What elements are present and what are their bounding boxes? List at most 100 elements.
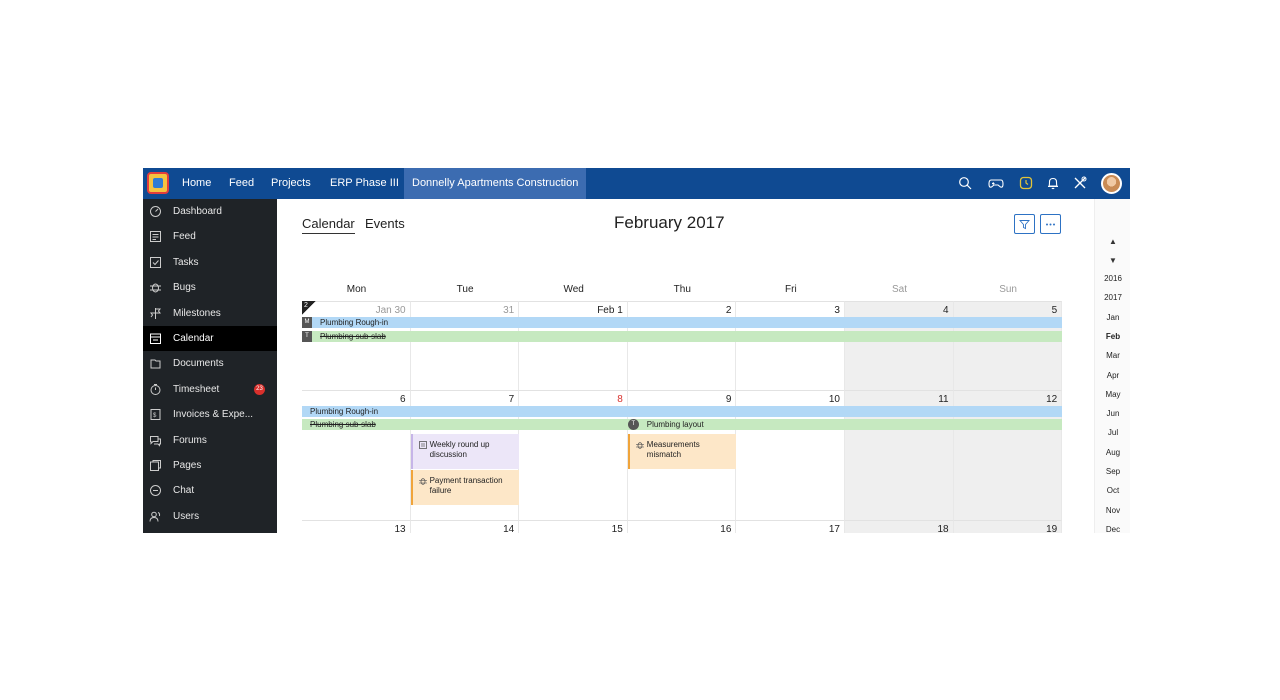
month-item[interactable]: May xyxy=(1095,390,1130,399)
gamepad-icon[interactable] xyxy=(988,176,1004,190)
event-bar[interactable]: T Plumbing sub-slab xyxy=(302,331,1063,342)
user-avatar[interactable] xyxy=(1101,173,1122,194)
pages-icon xyxy=(150,460,161,471)
nav-home[interactable]: Home xyxy=(182,168,211,199)
documents-icon xyxy=(150,359,161,369)
sidebar-item-pages[interactable]: Pages xyxy=(143,453,277,478)
app-logo-icon[interactable] xyxy=(147,172,169,194)
day-number: 7 xyxy=(508,394,515,405)
day-cell[interactable]: 16 xyxy=(627,520,737,533)
tools-icon[interactable] xyxy=(1073,176,1087,190)
event-bar[interactable]: Plumbing Rough-in xyxy=(302,406,1063,417)
day-cell[interactable]: 18 xyxy=(845,520,954,533)
day-cell[interactable]: 14 xyxy=(410,520,520,533)
next-arrow-icon[interactable]: ▼ xyxy=(1095,256,1130,265)
month-item[interactable]: Dec xyxy=(1095,525,1130,533)
event-bar[interactable]: T Plumbing layout xyxy=(627,419,1063,430)
event-bar[interactable]: Plumbing sub-slab xyxy=(302,419,628,430)
sidebar-item-feed[interactable]: Feed xyxy=(143,224,277,249)
more-options-button[interactable] xyxy=(1040,214,1061,234)
event-title: Plumbing layout xyxy=(646,420,704,429)
day-number: 8 xyxy=(617,394,623,405)
month-item[interactable]: Jul xyxy=(1095,428,1130,437)
page-title: February 2017 xyxy=(614,213,725,232)
day-cell[interactable]: Jan 30 xyxy=(302,301,411,390)
sidebar-item-bugs[interactable]: Bugs xyxy=(143,275,277,300)
event-title: Plumbing Rough-in xyxy=(320,318,389,327)
sidebar-item-label: Feed xyxy=(173,231,196,243)
day-number: 2 xyxy=(725,305,732,316)
month-item[interactable]: Apr xyxy=(1095,371,1130,380)
event-bar[interactable]: M Plumbing Rough-in xyxy=(302,317,1063,328)
calendar-week-row: Jan 30 31 Feb 1 2 3 4 5 2 M Plumbing Rough-in T Plu… xyxy=(302,301,1063,390)
weekday-header: Sun xyxy=(999,284,1017,295)
day-cell[interactable]: 17 xyxy=(736,520,845,533)
day-cell[interactable]: 2 xyxy=(627,301,737,390)
month-item[interactable]: Jan xyxy=(1095,313,1130,322)
day-cell[interactable]: 13 xyxy=(302,520,411,533)
notification-badge: 23 xyxy=(254,383,265,395)
sidebar-item-forums[interactable]: Forums xyxy=(143,428,277,453)
weekday-header: Wed xyxy=(563,284,584,295)
month-item[interactable]: Mar xyxy=(1095,351,1130,360)
sidebar-item-timesheet[interactable]: Timesheet 23 xyxy=(143,377,277,402)
day-number: 16 xyxy=(720,524,732,533)
sidebar-item-dashboard[interactable]: Dashboard xyxy=(143,199,277,224)
sidebar-item-calendar[interactable]: Calendar xyxy=(143,326,277,351)
event-card-title: Payment transaction failure xyxy=(429,476,503,495)
bug-icon xyxy=(635,442,644,449)
sidebar-item-milestones[interactable]: Milestones xyxy=(143,301,277,326)
day-number: 3 xyxy=(834,305,840,316)
timer-icon[interactable] xyxy=(1019,176,1033,190)
day-cell[interactable]: 31 xyxy=(410,301,520,390)
week-number: 2 xyxy=(304,302,308,309)
year-item[interactable]: 2016 xyxy=(1095,274,1130,283)
nav-feed[interactable]: Feed xyxy=(229,168,254,199)
bell-icon[interactable] xyxy=(1046,176,1060,190)
search-icon[interactable] xyxy=(958,176,972,190)
month-item[interactable]: Jun xyxy=(1095,409,1130,418)
event-title: Plumbing sub-slab xyxy=(320,332,386,341)
tab-calendar[interactable]: Calendar xyxy=(302,216,355,234)
filter-button[interactable] xyxy=(1014,214,1035,234)
month-item[interactable]: Nov xyxy=(1095,506,1130,515)
day-cell[interactable]: 4 xyxy=(845,301,954,390)
day-cell[interactable]: 19 xyxy=(953,520,1063,533)
day-number: 17 xyxy=(828,524,840,533)
day-cell[interactable]: 3 xyxy=(736,301,845,390)
weekday-header: Mon xyxy=(346,284,367,295)
sidebar-item-documents[interactable]: Documents xyxy=(143,351,277,376)
month-item[interactable]: Feb xyxy=(1095,332,1130,341)
day-number: 14 xyxy=(503,524,515,533)
day-number: 9 xyxy=(725,394,732,405)
year-item[interactable]: 2017 xyxy=(1095,293,1130,302)
sidebar-item-users[interactable]: Users xyxy=(143,504,277,529)
sidebar-item-tasks[interactable]: Tasks xyxy=(143,250,277,275)
event-card[interactable]: Measurements mismatch xyxy=(627,434,736,469)
month-item[interactable]: Aug xyxy=(1095,448,1130,457)
event-card[interactable]: Weekly round up discussion xyxy=(410,434,519,469)
tasks-icon xyxy=(150,256,161,268)
sidebar-item-label: Dashboard xyxy=(173,206,222,217)
sidebar-item-label: Milestones xyxy=(173,307,221,319)
day-number: 6 xyxy=(400,394,406,405)
sidebar-item-invoices-expe[interactable]: $ Invoices & Expe... xyxy=(143,402,277,427)
sidebar-item-chat[interactable]: Chat xyxy=(143,478,277,503)
month-item[interactable]: Sep xyxy=(1095,467,1130,476)
tab-events[interactable]: Events xyxy=(365,216,405,231)
day-cell[interactable]: Feb 1 xyxy=(519,301,628,390)
day-number: Feb 1 xyxy=(597,305,623,316)
bug-icon xyxy=(418,478,427,485)
sidebar-item-label: Calendar xyxy=(173,333,214,344)
sidebar-item-label: Invoices & Expe... xyxy=(173,409,254,421)
sidebar-item-label: Documents xyxy=(173,358,224,370)
nav-erp-phase-iii[interactable]: ERP Phase III xyxy=(330,168,399,199)
nav-current-project[interactable]: Donnelly Apartments Construction xyxy=(404,168,587,199)
day-number: 15 xyxy=(611,524,623,533)
previous-arrow-icon[interactable]: ▲ xyxy=(1095,237,1130,246)
event-card[interactable]: Payment transaction failure xyxy=(410,470,519,505)
month-item[interactable]: Oct xyxy=(1095,486,1130,495)
day-cell[interactable]: 5 xyxy=(953,301,1063,390)
day-cell[interactable]: 15 xyxy=(519,520,628,533)
nav-projects[interactable]: Projects xyxy=(271,168,311,199)
